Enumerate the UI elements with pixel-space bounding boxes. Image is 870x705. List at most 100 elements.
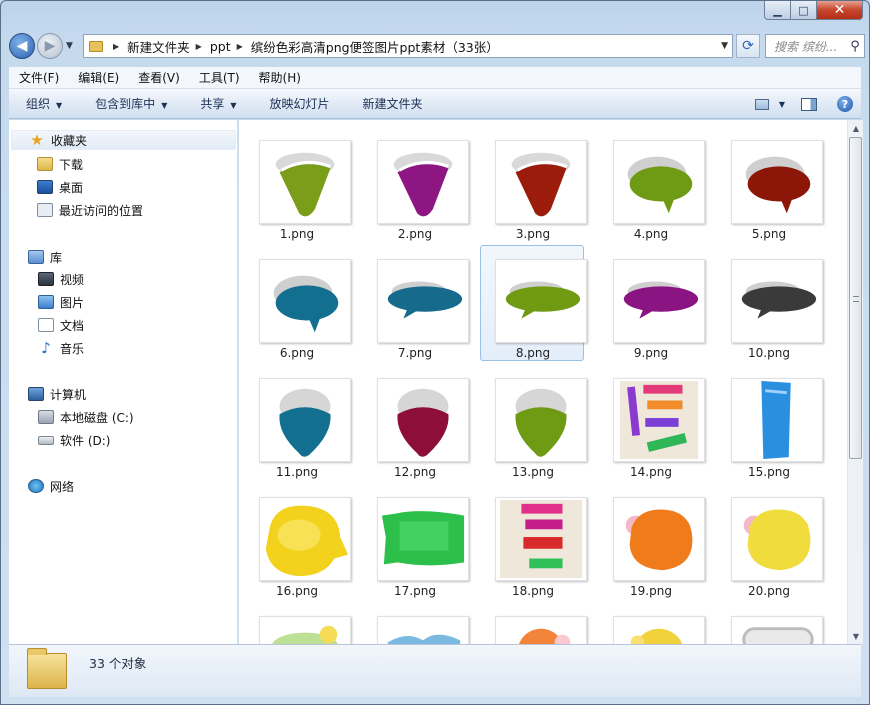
file-item[interactable]: 16.png xyxy=(244,483,351,599)
file-item[interactable]: 6.png xyxy=(244,245,351,361)
drive-icon xyxy=(38,435,54,445)
change-view-icon[interactable] xyxy=(754,98,769,110)
file-item[interactable] xyxy=(480,602,587,644)
menu-tools[interactable]: 工具(T) xyxy=(189,69,249,86)
chevron-down-icon: ▼ xyxy=(161,101,168,110)
sidebar-item-favorites[interactable]: ★ 收藏夹 xyxy=(11,130,236,150)
navigation-pane: ★ 收藏夹 下载 桌面 最近访问的位置 库 视频 图片 文档 ♪ 音乐 计算机 … xyxy=(9,120,238,644)
forward-button[interactable]: ▶ xyxy=(37,33,63,59)
sidebar-item-drive-c[interactable]: 本地磁盘 (C:) xyxy=(38,407,134,427)
file-item[interactable]: 2.png xyxy=(362,126,469,242)
organize-button[interactable]: 组织 ▼ xyxy=(9,95,78,112)
sidebar-item-pictures[interactable]: 图片 xyxy=(38,292,84,312)
sidebar-item-computer[interactable]: 计算机 xyxy=(28,384,86,404)
file-item[interactable]: 7.png xyxy=(362,245,469,361)
menu-edit[interactable]: 编辑(E) xyxy=(68,69,128,86)
include-in-library-button[interactable]: 包含到库中 ▼ xyxy=(78,95,183,112)
file-item[interactable]: 20.png xyxy=(716,483,823,599)
back-button[interactable]: ◀ xyxy=(9,33,35,59)
file-item[interactable]: 12.png xyxy=(362,364,469,480)
minimize-button[interactable]: ▁ xyxy=(764,1,791,20)
sidebar-item-network[interactable]: 网络 xyxy=(28,476,74,496)
sidebar-item-videos[interactable]: 视频 xyxy=(38,269,84,289)
file-thumbnail xyxy=(731,616,823,644)
star-icon: ★ xyxy=(30,131,44,149)
file-item[interactable] xyxy=(244,602,351,644)
recent-pages-dropdown[interactable]: ▼ xyxy=(66,41,73,51)
sidebar-item-music[interactable]: ♪ 音乐 xyxy=(38,338,84,358)
breadcrumb-item[interactable]: 新建文件夹 xyxy=(127,37,190,56)
file-item[interactable]: 13.png xyxy=(480,364,587,480)
breadcrumb-separator[interactable]: ▶ xyxy=(196,42,202,51)
sidebar-item-label: 音乐 xyxy=(60,341,85,356)
file-item[interactable]: 9.png xyxy=(598,245,705,361)
scroll-up-arrow[interactable]: ▲ xyxy=(848,120,864,136)
file-item[interactable]: 4.png xyxy=(598,126,705,242)
search-box[interactable]: 搜索 缤纷... ⚲ xyxy=(765,34,865,58)
breadcrumb-item-current[interactable]: 缤纷色彩高清png便签图片ppt素材（33张） xyxy=(251,37,499,56)
file-item[interactable]: 15.png xyxy=(716,364,823,480)
computer-icon xyxy=(28,387,44,401)
file-item[interactable]: 5.png xyxy=(716,126,823,242)
file-item[interactable]: 10.png xyxy=(716,245,823,361)
file-thumbnail xyxy=(495,497,587,581)
file-thumbnail xyxy=(495,259,587,343)
scrollbar-thumb[interactable] xyxy=(849,137,862,459)
file-item[interactable] xyxy=(362,602,469,644)
address-dropdown[interactable]: ▼ xyxy=(721,41,728,51)
sidebar-item-desktop[interactable]: 桌面 xyxy=(37,177,83,197)
file-item[interactable]: 17.png xyxy=(362,483,469,599)
sidebar-item-libraries[interactable]: 库 xyxy=(28,247,62,267)
share-button[interactable]: 共享 ▼ xyxy=(183,95,252,112)
address-bar[interactable]: ▶ 新建文件夹 ▶ ppt ▶ 缤纷色彩高清png便签图片ppt素材（33张） … xyxy=(83,34,733,58)
file-item[interactable]: 11.png xyxy=(244,364,351,480)
scroll-down-arrow[interactable]: ▼ xyxy=(848,628,864,644)
refresh-button[interactable]: ⟳ xyxy=(736,34,760,58)
file-item[interactable] xyxy=(598,602,705,644)
maximize-button[interactable]: □ xyxy=(791,1,817,20)
new-folder-button[interactable]: 新建文件夹 xyxy=(346,95,439,112)
file-thumbnail xyxy=(731,497,823,581)
menu-bar: 文件(F) 编辑(E) 查看(V) 工具(T) 帮助(H) xyxy=(9,67,861,89)
help-icon[interactable]: ? xyxy=(837,96,853,112)
file-item[interactable]: 3.png xyxy=(480,126,587,242)
close-button[interactable]: ✕ xyxy=(817,1,863,20)
vertical-scrollbar[interactable]: ▲ ▼ xyxy=(847,120,863,644)
command-bar: 组织 ▼ 包含到库中 ▼ 共享 ▼ 放映幻灯片 新建文件夹 ▼ ? xyxy=(9,89,861,119)
sidebar-item-drive-d[interactable]: 软件 (D:) xyxy=(38,430,110,450)
file-item[interactable]: 8.png xyxy=(480,245,587,361)
libraries-icon xyxy=(28,250,44,264)
file-name: 11.png xyxy=(276,465,318,479)
refresh-icon: ⟳ xyxy=(742,38,754,54)
file-item[interactable] xyxy=(716,602,823,644)
sidebar-item-documents[interactable]: 文档 xyxy=(38,315,84,335)
file-item[interactable]: 19.png xyxy=(598,483,705,599)
preview-pane-icon[interactable] xyxy=(801,97,817,111)
menu-view[interactable]: 查看(V) xyxy=(128,69,189,86)
menu-file[interactable]: 文件(F) xyxy=(9,69,68,86)
documents-icon xyxy=(38,318,54,332)
file-thumbnail xyxy=(613,497,705,581)
sidebar-item-downloads[interactable]: 下载 xyxy=(37,154,83,174)
menu-help[interactable]: 帮助(H) xyxy=(249,69,310,86)
breadcrumb-item[interactable]: ppt xyxy=(210,39,231,54)
breadcrumb-separator[interactable]: ▶ xyxy=(113,42,119,51)
file-thumbnail xyxy=(495,616,587,644)
scrollbar-grip xyxy=(853,296,859,302)
search-icon[interactable]: ⚲ xyxy=(846,39,864,54)
file-item[interactable]: 18.png xyxy=(480,483,587,599)
slideshow-button[interactable]: 放映幻灯片 xyxy=(253,95,346,112)
sidebar-item-label: 计算机 xyxy=(50,387,87,402)
breadcrumb-separator[interactable]: ▶ xyxy=(237,42,243,51)
file-thumbnail xyxy=(495,140,587,224)
file-thumbnail xyxy=(259,140,351,224)
sidebar-item-recent-places[interactable]: 最近访问的位置 xyxy=(37,200,143,220)
file-item[interactable]: 1.png xyxy=(244,126,351,242)
file-list-view[interactable]: 1.png 2.png 3.png 4.png 5.png 6.png 7.png 8.png… xyxy=(239,120,847,644)
search-input[interactable]: 搜索 缤纷... xyxy=(766,38,846,55)
view-controls: ▼ ? xyxy=(754,89,853,119)
file-name: 6.png xyxy=(279,346,315,360)
share-label: 共享 xyxy=(200,97,225,111)
view-dropdown[interactable]: ▼ xyxy=(779,100,785,109)
file-item[interactable]: 14.png xyxy=(598,364,705,480)
